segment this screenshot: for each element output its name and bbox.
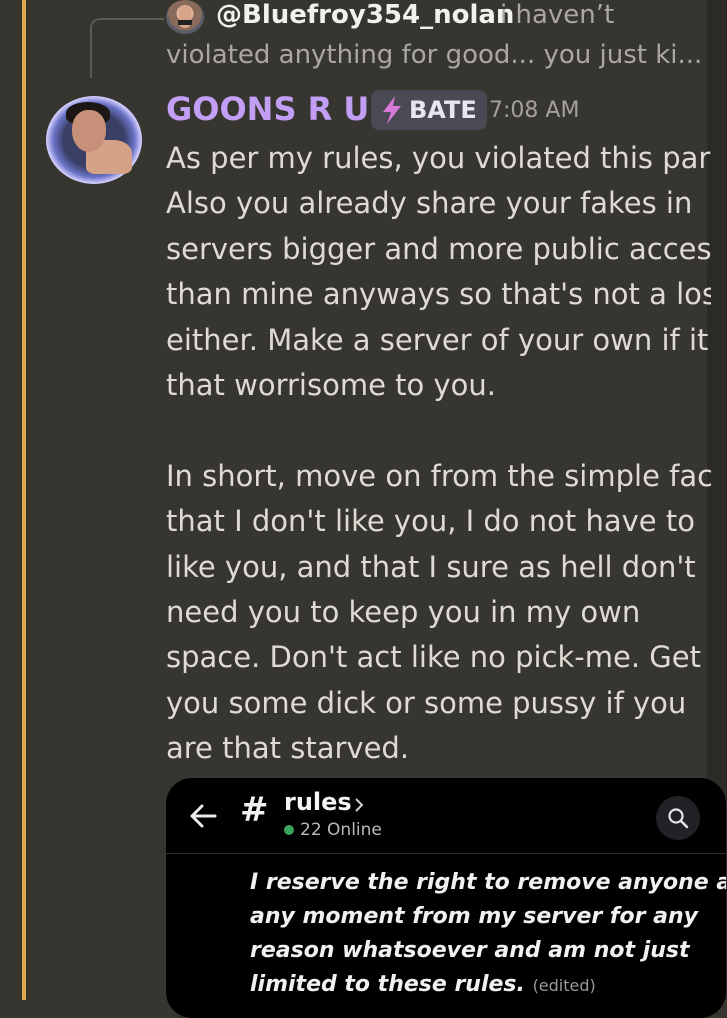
embed-online-count: 22 Online (300, 820, 382, 840)
message-line (166, 408, 711, 453)
avatar[interactable] (46, 96, 142, 184)
reply-username[interactable]: @Bluefroy354_nolan (216, 0, 514, 30)
back-arrow-icon (190, 804, 217, 828)
message-line: that I don't like you, I do not have to (166, 504, 695, 539)
role-tag[interactable]: BATE (371, 90, 487, 130)
message-line: that worrisome to you. (166, 367, 496, 402)
message-line: you some dick or some pussy if you (166, 685, 687, 720)
embed-rule-text: I reserve the right to remove anyone at … (250, 866, 726, 1003)
rule-line: limited to these rules. (edited) (250, 968, 700, 1003)
embed-channel-header: # rules 22 Online (166, 778, 726, 854)
chevron-right-icon (355, 798, 364, 812)
message-timestamp[interactable]: 7:08 AM (489, 98, 579, 123)
rule-line: any moment from my server for any (250, 904, 698, 929)
role-tag-label: BATE (409, 96, 477, 124)
image-attachment[interactable]: # rules 22 Online I reserve the right to… (166, 778, 726, 1018)
message-username[interactable]: GOONS R US (166, 90, 392, 128)
message-line: are that starved. (166, 731, 410, 766)
rule-line-last: limited to these rules. (250, 972, 525, 997)
reply-snippet-continued[interactable]: violated anything for good... you just k… (166, 40, 706, 70)
message-line: than mine anyways so that's not a loss (166, 277, 711, 312)
lightning-bolt-icon (383, 96, 401, 124)
message-line: servers bigger and more public access (166, 231, 711, 266)
message-line: either. Make a server of your own if it'… (166, 322, 711, 357)
message-line: space. Don't act like no pick-me. Get (166, 640, 701, 675)
message-line: need you to keep you in my own (166, 594, 641, 629)
message-line: Also you already share your fakes in (166, 186, 693, 221)
edited-label: (edited) (532, 976, 596, 995)
message-line: In short, move on from the simple fact (166, 458, 711, 493)
search-icon (668, 808, 689, 829)
reply-connector (90, 18, 164, 78)
rule-line: reason whatsoever and am not just (250, 938, 690, 963)
message-body: As per my rules, you violated this part … (166, 136, 711, 771)
message-line: like you, and that I sure as hell don't (166, 549, 696, 584)
reply-avatar[interactable] (166, 0, 204, 34)
rule-line: I reserve the right to remove anyone at (250, 870, 726, 895)
mention-highlight-bar (22, 0, 26, 1000)
hash-icon: # (240, 790, 269, 830)
reply-snippet[interactable]: i haven’t (500, 0, 614, 30)
online-indicator (284, 825, 294, 835)
embed-channel-name: rules (284, 788, 352, 816)
embed-search-button (656, 796, 700, 840)
message-line: As per my rules, you violated this part (166, 141, 711, 175)
